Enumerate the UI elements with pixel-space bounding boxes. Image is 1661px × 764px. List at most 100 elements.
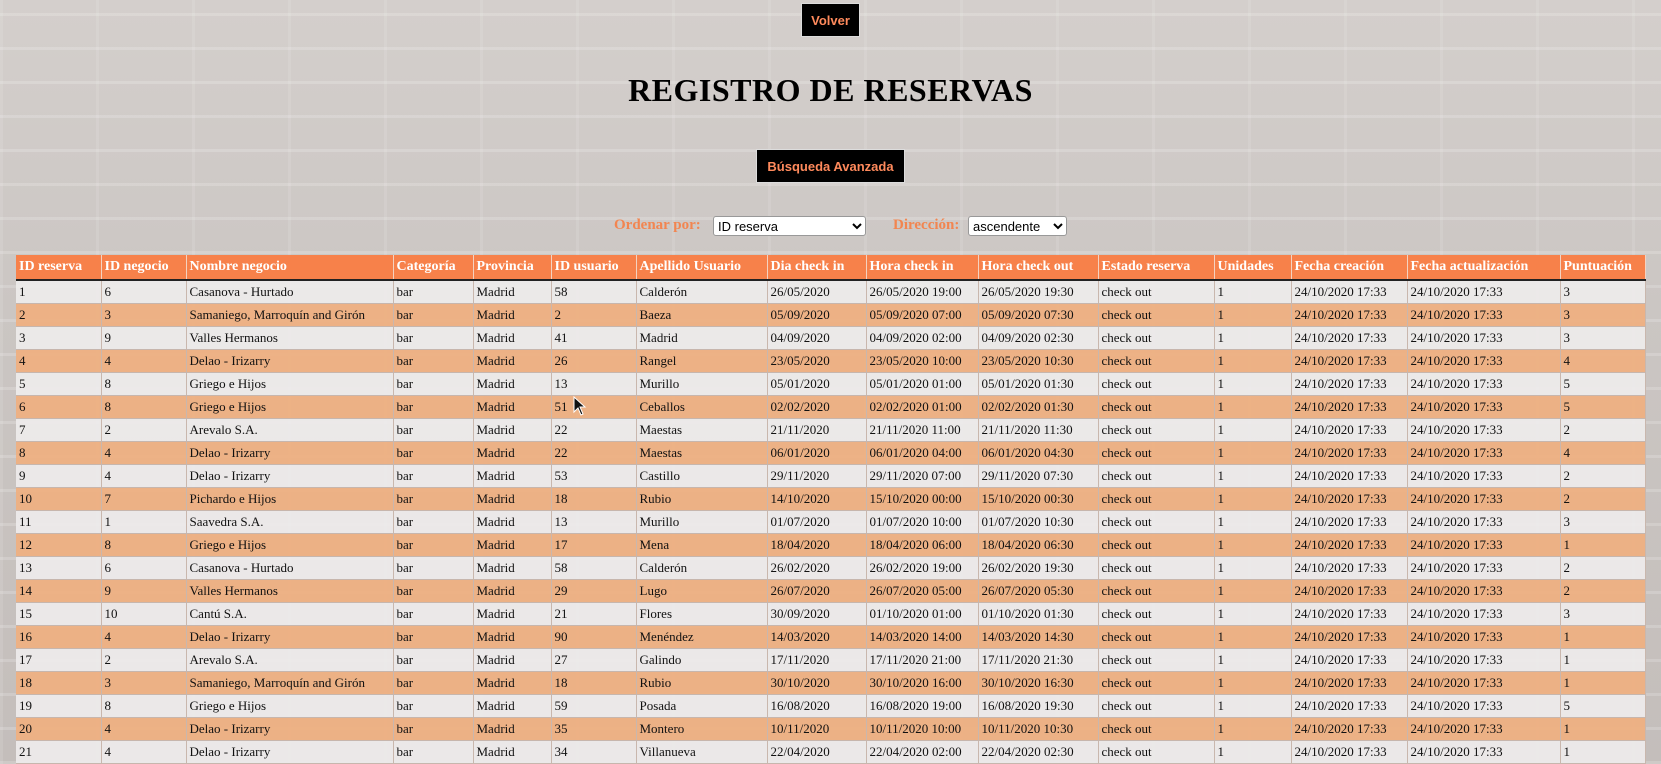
back-button[interactable]: Volver (801, 3, 860, 37)
column-header: Fecha creación (1291, 255, 1408, 281)
table-cell: bar (393, 280, 474, 304)
table-cell: check out (1098, 648, 1215, 672)
table-cell: 8 (101, 395, 187, 419)
table-row: 2 3 Samaniego, Marroquín and Girón bar Madri… (16, 303, 1646, 327)
table-cell: 24/10/2020 17:33 (1407, 280, 1561, 304)
table-cell: 26/02/2020 19:30 (978, 556, 1099, 580)
advanced-search-button[interactable]: Búsqueda Avanzada (756, 149, 905, 183)
table-cell: 1 (1214, 579, 1292, 603)
table-cell: Murillo (636, 510, 768, 534)
table-cell: 24/10/2020 17:33 (1407, 740, 1561, 764)
table-cell: 05/01/2020 (767, 372, 867, 396)
table-cell: 1 (1214, 671, 1292, 695)
table-cell: Calderón (636, 556, 768, 580)
table-cell: 26/02/2020 19:00 (866, 556, 979, 580)
table-cell: 18 (551, 671, 637, 695)
table-cell: 90 (551, 625, 637, 649)
table-cell: 22/04/2020 (767, 740, 867, 764)
table-cell: 29 (551, 579, 637, 603)
table-cell: 01/07/2020 10:00 (866, 510, 979, 534)
table-cell: 4 (101, 349, 187, 373)
table-cell: 24/10/2020 17:33 (1407, 395, 1561, 419)
table-cell: check out (1098, 602, 1215, 626)
table-row: 7 2 Arevalo S.A. bar Madrid 22 Maestas 21/11/20… (16, 418, 1646, 442)
table-cell: 1 (1214, 533, 1292, 557)
column-header: Apellido Usuario (636, 255, 768, 281)
table-cell: 1 (1560, 625, 1646, 649)
table-cell: 20 (16, 717, 102, 741)
table-cell: check out (1098, 717, 1215, 741)
sort-controls: Ordenar por: ID reserva Dirección: ascen… (0, 215, 1661, 239)
table-cell: Madrid (473, 648, 552, 672)
table-cell: Valles Hermanos (186, 579, 394, 603)
table-cell: 14/03/2020 14:00 (866, 625, 979, 649)
table-cell: bar (393, 579, 474, 603)
table-cell: bar (393, 418, 474, 442)
table-cell: Delao - Irizarry (186, 464, 394, 488)
table-cell: check out (1098, 280, 1215, 304)
table-cell: 16/08/2020 19:30 (978, 694, 1099, 718)
table-cell: 21 (551, 602, 637, 626)
table-cell: 29/11/2020 (767, 464, 867, 488)
table-cell: 1 (1214, 602, 1292, 626)
table-cell: 24/10/2020 17:33 (1291, 372, 1408, 396)
table-cell: 05/01/2020 01:00 (866, 372, 979, 396)
table-cell: Madrid (473, 349, 552, 373)
table-cell: 3 (1560, 280, 1646, 304)
table-cell: Madrid (473, 464, 552, 488)
table-cell: 24/10/2020 17:33 (1291, 740, 1408, 764)
table-cell: 1 (1214, 372, 1292, 396)
table-cell: 9 (101, 326, 187, 350)
table-cell: Saavedra S.A. (186, 510, 394, 534)
table-cell: 3 (1560, 303, 1646, 327)
column-header: ID reserva (16, 255, 102, 281)
table-cell: Delao - Irizarry (186, 740, 394, 764)
table-cell: check out (1098, 671, 1215, 695)
table-cell: 9 (101, 579, 187, 603)
column-header: Puntuación (1560, 255, 1646, 281)
table-cell: 16 (16, 625, 102, 649)
table-cell: 24/10/2020 17:33 (1291, 303, 1408, 327)
table-cell: 24/10/2020 17:33 (1291, 533, 1408, 557)
table-cell: 04/09/2020 02:30 (978, 326, 1099, 350)
table-cell: 05/09/2020 (767, 303, 867, 327)
table-cell: 18/04/2020 (767, 533, 867, 557)
table-cell: 51 (551, 395, 637, 419)
table-cell: Delao - Irizarry (186, 441, 394, 465)
table-cell: Villanueva (636, 740, 768, 764)
table-cell: 10 (16, 487, 102, 511)
table-cell: Castillo (636, 464, 768, 488)
table-cell: 30/10/2020 16:30 (978, 671, 1099, 695)
table-cell: 4 (1560, 441, 1646, 465)
table-cell: 1 (1560, 740, 1646, 764)
table-cell: 3 (101, 303, 187, 327)
sort-order-label: Ordenar por: (614, 217, 701, 233)
table-row: 5 8 Griego e Hijos bar Madrid 13 Murillo 05/01/… (16, 372, 1646, 396)
table-cell: 24/10/2020 17:33 (1407, 464, 1561, 488)
column-header: ID negocio (101, 255, 187, 281)
table-cell: 21/11/2020 11:30 (978, 418, 1099, 442)
table-cell: 2 (1560, 556, 1646, 580)
sort-direction-select[interactable]: ascendente (968, 216, 1067, 236)
table-cell: bar (393, 602, 474, 626)
table-cell: Arevalo S.A. (186, 648, 394, 672)
table-cell: 26/05/2020 19:30 (978, 280, 1099, 304)
table-cell: 10/11/2020 10:30 (978, 717, 1099, 741)
table-cell: Delao - Irizarry (186, 717, 394, 741)
table-cell: 1 (1214, 280, 1292, 304)
table-cell: 24/10/2020 17:33 (1291, 464, 1408, 488)
table-cell: 24/10/2020 17:33 (1291, 418, 1408, 442)
table-cell: 2 (101, 648, 187, 672)
table-cell: 8 (101, 372, 187, 396)
table-cell: 9 (16, 464, 102, 488)
table-cell: check out (1098, 441, 1215, 465)
table-cell: Madrid (473, 740, 552, 764)
table-cell: check out (1098, 694, 1215, 718)
sort-order-select[interactable]: ID reserva (713, 216, 866, 236)
table-cell: 24/10/2020 17:33 (1407, 533, 1561, 557)
table-cell: 16/08/2020 (767, 694, 867, 718)
column-header: Nombre negocio (186, 255, 394, 281)
table-cell: 22 (551, 441, 637, 465)
table-cell: bar (393, 441, 474, 465)
table-cell: check out (1098, 464, 1215, 488)
